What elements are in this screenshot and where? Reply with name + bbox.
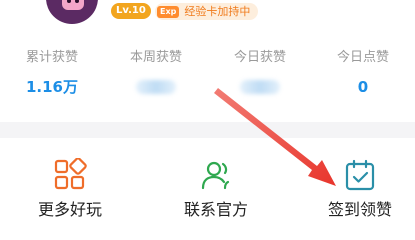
level-badge[interactable]: Lv.10	[111, 3, 151, 19]
section-divider	[0, 122, 415, 138]
blurred-stat-value	[240, 80, 280, 94]
stat-label: 本周获赞	[129, 50, 182, 65]
exp-status-text: 经验卡加持中	[184, 5, 251, 18]
contact-person-icon	[199, 158, 233, 192]
avatar[interactable]	[46, 0, 98, 24]
stat-value: 0	[357, 78, 369, 96]
stat-label: 累计获赞	[25, 50, 78, 65]
more-fun-button[interactable]: 更多好玩	[18, 157, 122, 220]
checkin-likes-label: 签到领赞	[327, 200, 392, 219]
stat-value: 1.16万	[25, 78, 78, 96]
stat-total-likes[interactable]: 累计获赞 1.16万	[0, 50, 104, 96]
exp-tag: Exp	[157, 6, 180, 18]
stat-label: 今日点赞	[336, 50, 389, 65]
stat-today-likes-given[interactable]: 今日点赞 0	[311, 50, 415, 96]
profile-header: Lv.10 Exp 经验卡加持中 累计获赞 1.16万 本周获赞 今日获赞 今日点…	[0, 0, 415, 128]
stat-label: 今日获赞	[233, 50, 286, 65]
stat-week-likes[interactable]: 本周获赞	[104, 50, 208, 94]
blurred-stat-value	[136, 80, 176, 94]
contact-official-button[interactable]: 联系官方	[164, 158, 268, 220]
stat-today-likes-received[interactable]: 今日获赞	[208, 50, 312, 94]
exp-card-badge[interactable]: Exp 经验卡加持中	[155, 3, 259, 20]
calendar-check-icon	[343, 158, 377, 192]
checkin-likes-button[interactable]: 签到领赞	[308, 158, 412, 220]
contact-official-label: 联系官方	[183, 200, 248, 219]
grid-icon	[53, 157, 87, 192]
more-fun-label: 更多好玩	[37, 200, 102, 219]
